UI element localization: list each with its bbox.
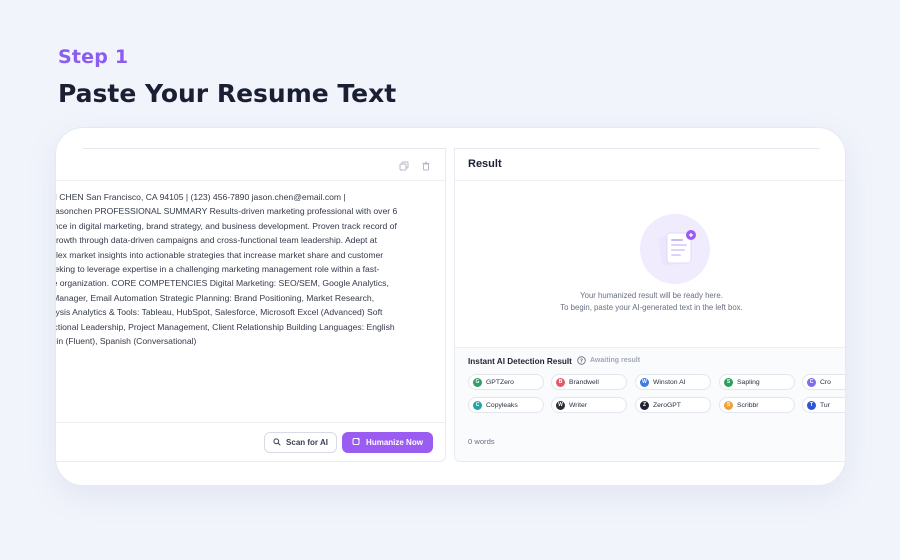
- detector-label: ZeroGPT: [653, 401, 681, 409]
- detector-turnitin: T Tur: [802, 397, 845, 413]
- detector-zerogpt: Z ZeroGPT: [635, 397, 711, 413]
- detector-label: Writer: [569, 401, 587, 409]
- text-line: in/jasonchen PROFESSIONAL SUMMARY Result…: [56, 206, 398, 217]
- trash-icon[interactable]: [421, 158, 431, 171]
- result-panel: Result Your humanized result will be rea…: [454, 148, 845, 462]
- search-icon: [273, 437, 281, 448]
- text-line: S Manager, Email Automation Strategic Pl…: [56, 292, 375, 303]
- detector-sapling: S Sapling: [719, 374, 795, 390]
- divider: [56, 180, 445, 181]
- detector-gptzero: G GPTZero: [468, 374, 544, 390]
- text-line: tive organization. CORE COMPETENCIES Dig…: [56, 278, 389, 289]
- detector-label: GPTZero: [486, 378, 514, 386]
- text-line: rience in digital marketing, brand strat…: [56, 220, 397, 231]
- detector-copyleaks: C Copyleaks: [468, 397, 544, 413]
- empty-state-line-2: To begin, paste your AI-generated text i…: [560, 303, 743, 312]
- crossplag-icon: C: [807, 377, 816, 387]
- page-title: Paste Your Resume Text: [58, 79, 397, 108]
- scan-button-label: Scan for AI: [286, 438, 328, 447]
- text-line: nalysis Analytics & Tools: Tableau, HubS…: [56, 307, 383, 318]
- document-illustration-icon: [639, 213, 711, 285]
- input-toolbar: [399, 158, 431, 171]
- copyleaks-icon: C: [473, 400, 482, 410]
- zerogpt-icon: Z: [640, 400, 649, 410]
- detector-label: Sapling: [737, 378, 760, 386]
- detector-label: Copyleaks: [486, 401, 518, 409]
- humanize-now-button[interactable]: Humanize Now: [342, 432, 433, 453]
- copy-icon[interactable]: [399, 158, 409, 171]
- sparkle-icon: [352, 437, 361, 448]
- detector-label: Cro: [820, 378, 831, 386]
- empty-state-line-1: Your humanized result will be ready here…: [580, 291, 723, 300]
- writer-icon: W: [556, 400, 565, 410]
- humanize-button-label: Humanize Now: [366, 438, 423, 447]
- winston-ai-icon: W: [640, 377, 649, 387]
- turnitin-icon: T: [807, 400, 816, 410]
- detector-brandwell: B Brandwell: [551, 374, 627, 390]
- detector-writer: W Writer: [551, 397, 627, 413]
- text-line: e growth through data-driven campaigns a…: [56, 235, 377, 246]
- brandwell-icon: B: [556, 377, 565, 387]
- text-line: Seeking to leverage expertise in a chall…: [56, 264, 380, 275]
- scribbr-icon: S: [724, 400, 733, 410]
- help-icon[interactable]: ?: [577, 356, 586, 367]
- step-label: Step 1: [58, 46, 129, 68]
- sapling-icon: S: [724, 377, 733, 387]
- input-footer: Scan for AI Humanize Now: [56, 422, 445, 461]
- scan-for-ai-button[interactable]: Scan for AI: [264, 432, 337, 453]
- text-line: darin (Fluent), Spanish (Conversational): [56, 336, 197, 347]
- result-title: Result: [468, 158, 502, 170]
- detector-label: Brandwell: [569, 378, 599, 386]
- ai-detection-section: Instant AI Detection Result ? Awaiting r…: [455, 347, 845, 461]
- editor-card: ON CHEN San Francisco, CA 94105 | (123) …: [55, 127, 846, 486]
- detector-label: Scribbr: [737, 401, 759, 409]
- divider: [455, 148, 820, 149]
- divider: [83, 148, 445, 149]
- detector-winston-ai: W Winston AI: [635, 374, 711, 390]
- gptzero-icon: G: [473, 377, 482, 387]
- divider: [455, 180, 845, 181]
- detection-title: Instant AI Detection Result ?: [468, 356, 586, 367]
- detector-label: Winston AI: [653, 378, 686, 386]
- detector-scribbr: S Scribbr: [719, 397, 795, 413]
- detection-title-text: Instant AI Detection Result: [468, 357, 572, 366]
- svg-text:?: ?: [580, 358, 583, 364]
- input-panel: ON CHEN San Francisco, CA 94105 | (123) …: [56, 148, 446, 462]
- detector-label: Tur: [820, 401, 830, 409]
- detection-status: Awaiting result: [590, 357, 641, 364]
- resume-textarea[interactable]: ON CHEN San Francisco, CA 94105 | (123) …: [56, 190, 424, 348]
- text-line: mplex market insights into actionable st…: [56, 249, 384, 260]
- detector-crossplag: C Cro: [802, 374, 845, 390]
- text-line: ON CHEN San Francisco, CA 94105 | (123) …: [56, 192, 346, 202]
- text-line: unctional Leadership, Project Management…: [56, 321, 395, 332]
- word-count: 0 words: [468, 437, 495, 446]
